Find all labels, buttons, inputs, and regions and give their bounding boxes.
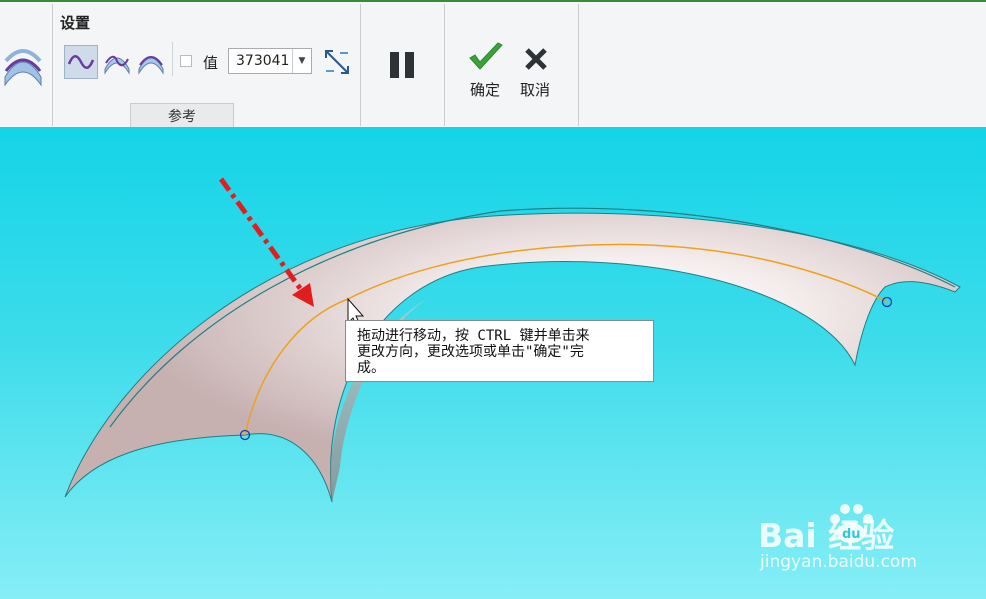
cancel-button[interactable] xyxy=(519,42,553,76)
ribbon-toolbar: 设置 值 373041 ▼ 参考 确定 取消 xyxy=(0,0,986,129)
chevron-down-icon[interactable]: ▼ xyxy=(292,49,311,73)
wave-icon xyxy=(67,55,95,69)
surface-arc-button[interactable] xyxy=(134,45,168,79)
pause-button[interactable] xyxy=(384,47,420,83)
value-combobox-text: 373041 xyxy=(236,53,290,69)
close-icon xyxy=(525,48,547,70)
ok-button[interactable] xyxy=(466,40,506,76)
surface-wave-icon xyxy=(104,55,130,75)
checkmark-icon xyxy=(469,42,503,70)
settings-group-title: 设置 xyxy=(60,14,91,32)
drag-hint-tooltip: 拖动进行移动，按 CTRL 键并单击来 更改方向，更改选项或单击"确定"完 成。 xyxy=(345,320,654,382)
cancel-label: 取消 xyxy=(520,81,551,99)
ok-label: 确定 xyxy=(470,81,501,99)
value-combobox[interactable]: 373041 ▼ xyxy=(228,48,312,74)
tab-reference[interactable]: 参考 xyxy=(130,103,234,129)
svg-text:du: du xyxy=(842,527,861,542)
surface-type-icon[interactable] xyxy=(1,44,45,88)
surface-wave-button[interactable] xyxy=(100,45,134,79)
pause-icon xyxy=(390,52,414,78)
surface-arc-icon xyxy=(138,56,164,75)
separator xyxy=(578,4,579,126)
value-checkbox[interactable] xyxy=(180,55,192,67)
separator xyxy=(172,42,173,76)
curve-mode-button[interactable] xyxy=(64,45,98,79)
value-label: 值 xyxy=(203,54,219,72)
graphics-viewport[interactable]: 拖动进行移动，按 CTRL 键并单击来 更改方向，更改选项或单击"确定"完 成。… xyxy=(0,127,986,599)
flip-arrows-icon xyxy=(325,50,349,74)
separator xyxy=(52,4,53,126)
baidu-watermark-url: jingyan.baidu.com xyxy=(760,552,917,572)
flip-direction-button[interactable] xyxy=(320,45,354,79)
separator xyxy=(360,4,361,126)
separator xyxy=(444,4,445,126)
paw-icon: du xyxy=(830,504,873,543)
